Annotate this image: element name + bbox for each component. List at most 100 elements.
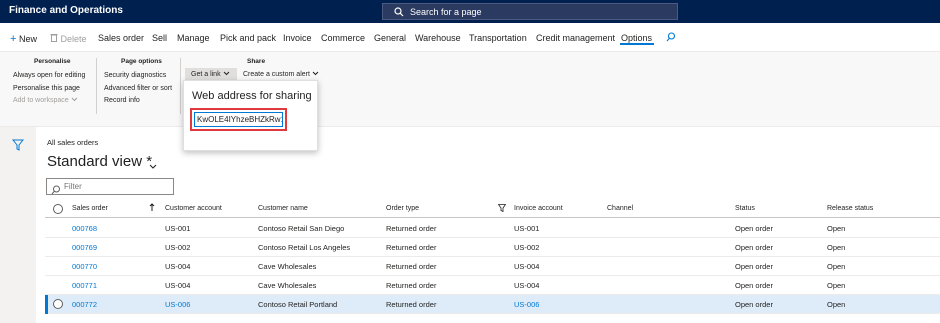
column-header-channel[interactable]: Channel (607, 205, 633, 212)
app-title[interactable]: Finance and Operations (9, 5, 123, 16)
add-to-workspace-label: Add to workspace (13, 97, 69, 104)
tab-general[interactable]: General (374, 33, 406, 43)
cell-order-type: Returned order (386, 262, 437, 271)
search-box[interactable]: Search for a page (382, 3, 678, 20)
active-tab-indicator (620, 43, 654, 45)
security-diagnostics[interactable]: Security diagnostics (104, 72, 166, 79)
always-open-for-editing[interactable]: Always open for editing (13, 72, 85, 79)
column-header-order-type[interactable]: Order type (386, 205, 419, 212)
sort-ascending-icon[interactable] (149, 203, 155, 214)
left-rail (0, 127, 36, 323)
view-chevron-down-icon[interactable] (148, 158, 158, 169)
tab-sales-order[interactable]: Sales order (98, 33, 144, 43)
tab-manage[interactable]: Manage (177, 33, 210, 43)
plus-icon: + (10, 33, 17, 45)
grid-filter-field[interactable] (46, 178, 174, 195)
cell-customer-name: Contoso Retail Portland (258, 300, 338, 309)
chevron-down-icon (223, 71, 230, 78)
action-search-icon[interactable] (666, 32, 676, 44)
delete-button[interactable]: Delete (50, 33, 87, 44)
cell-customer-name: Contoso Retail San Diego (258, 224, 345, 233)
cell-order-type: Returned order (386, 300, 437, 309)
cell-customer-name: Contoso Retail Los Angeles (258, 243, 351, 252)
column-header-release-status[interactable]: Release status (827, 205, 873, 212)
row-select-radio[interactable] (53, 299, 63, 309)
url-highlight-box: KwOLE4IYhzeBHZkRw1V (190, 108, 287, 131)
cell-sales-order[interactable]: 000769 (72, 243, 97, 252)
view-title[interactable]: Standard view * (47, 153, 152, 170)
cell-release-status: Open (827, 262, 846, 271)
cell-customer-account[interactable]: US-006 (165, 300, 190, 309)
table-row[interactable]: 000771 US-004 Cave Wholesales Returned o… (45, 276, 940, 295)
new-button-label: New (18, 34, 37, 44)
cell-release-status: Open (827, 300, 846, 309)
table-row[interactable]: 000769 US-002 Contoso Retail Los Angeles… (45, 238, 940, 257)
cell-sales-order[interactable]: 000768 (72, 224, 97, 233)
tab-warehouse[interactable]: Warehouse (415, 33, 461, 43)
cell-order-type: Returned order (386, 281, 437, 290)
cell-order-type: Returned order (386, 243, 437, 252)
tab-options[interactable]: Options (621, 33, 652, 43)
tab-credit-management[interactable]: Credit management (536, 33, 615, 43)
ribbon-separator (180, 58, 181, 114)
add-to-workspace[interactable]: Add to workspace (13, 97, 78, 104)
table-row-selected[interactable]: 000772 US-006 Contoso Retail Portland Re… (45, 295, 940, 314)
tab-pick-and-pack[interactable]: Pick and pack (220, 33, 276, 43)
cell-customer-account: US-001 (165, 224, 191, 233)
cell-customer-account: US-004 (165, 262, 191, 271)
cell-invoice-account: US-004 (514, 281, 540, 290)
advanced-filter-or-sort[interactable]: Advanced filter or sort (104, 85, 172, 92)
cell-sales-order[interactable]: 000772 (72, 300, 97, 309)
trash-icon (50, 34, 61, 44)
cell-customer-name: Cave Wholesales (258, 262, 317, 271)
select-all-radio[interactable] (53, 204, 63, 214)
table-row[interactable]: 000770 US-004 Cave Wholesales Returned o… (45, 257, 940, 276)
top-navigation-bar: Finance and Operations Search for a page (0, 0, 940, 23)
cell-sales-order[interactable]: 000770 (72, 262, 97, 271)
personalise-this-page[interactable]: Personalise this page (13, 85, 80, 92)
new-button[interactable]: + New (10, 33, 37, 45)
column-header-customer-account[interactable]: Customer account (165, 205, 222, 212)
get-a-link-label: Get a link (191, 71, 221, 78)
share-url-field[interactable]: KwOLE4IYhzeBHZkRw1V (194, 112, 283, 127)
create-custom-alert-button[interactable]: Create a custom alert (243, 71, 319, 78)
get-a-link-button[interactable]: Get a link (191, 71, 230, 78)
create-custom-alert-label: Create a custom alert (243, 71, 310, 78)
column-header-invoice-account[interactable]: Invoice account (514, 205, 563, 212)
cell-release-status: Open (827, 243, 846, 252)
tab-invoice[interactable]: Invoice (283, 33, 312, 43)
cell-invoice-account[interactable]: US-006 (514, 300, 539, 309)
tab-commerce[interactable]: Commerce (321, 33, 365, 43)
column-filter-icon[interactable] (497, 204, 507, 214)
cell-status: Open order (735, 224, 773, 233)
cell-invoice-account: US-001 (514, 224, 540, 233)
breadcrumb: All sales orders (47, 138, 99, 147)
cell-invoice-account: US-002 (514, 243, 540, 252)
column-header-customer-name[interactable]: Customer name (258, 205, 308, 212)
search-icon (51, 182, 61, 194)
cell-status: Open order (735, 300, 773, 309)
tab-transportation[interactable]: Transportation (469, 33, 527, 43)
cell-release-status: Open (827, 224, 846, 233)
column-header-sales-order[interactable]: Sales order (72, 205, 108, 212)
popup-title: Web address for sharing (192, 90, 312, 102)
tab-sell[interactable]: Sell (152, 33, 167, 43)
filter-pane-icon[interactable] (11, 138, 25, 151)
cell-customer-name: Cave Wholesales (258, 281, 317, 290)
cell-status: Open order (735, 281, 773, 290)
cell-release-status: Open (827, 281, 846, 290)
grid-filter-input[interactable] (64, 182, 164, 191)
cell-status: Open order (735, 243, 773, 252)
cell-sales-order[interactable]: 000771 (72, 281, 97, 290)
table-row[interactable]: 000768 US-001 Contoso Retail San Diego R… (45, 219, 940, 238)
action-pane: + New Delete Sales order Sell Manage Pic… (0, 23, 940, 51)
search-icon (391, 4, 407, 20)
cell-customer-account: US-002 (165, 243, 191, 252)
share-link-popup: Web address for sharing KwOLE4IYhzeBHZkR… (183, 80, 318, 151)
group-title-personalise: Personalise (34, 58, 71, 65)
record-info[interactable]: Record info (104, 97, 140, 104)
column-header-status[interactable]: Status (735, 205, 755, 212)
search-placeholder: Search for a page (410, 6, 482, 17)
grid-header: Sales order Customer account Customer na… (45, 200, 940, 218)
chevron-down-icon (71, 97, 78, 104)
